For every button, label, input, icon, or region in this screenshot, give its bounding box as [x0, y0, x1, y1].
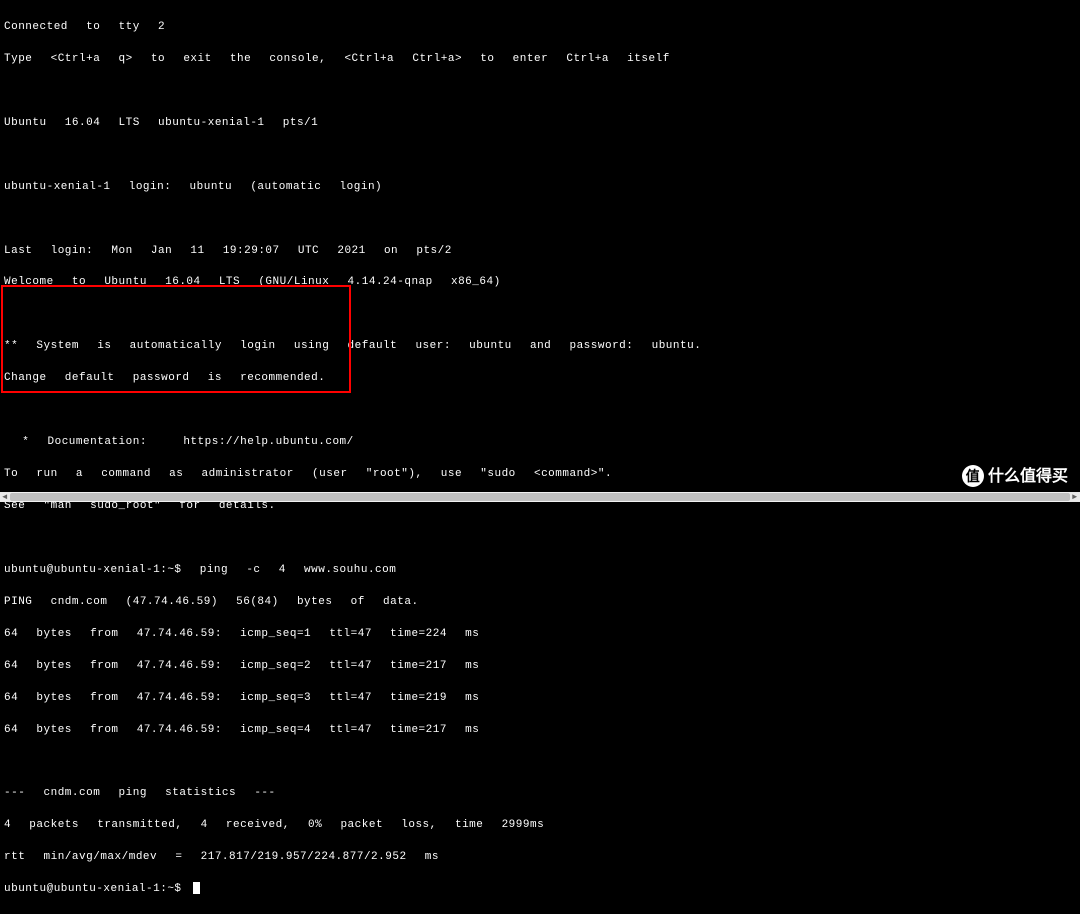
terminal-line: 64 bytes from 47.74.46.59: icmp_seq=2 tt…: [4, 659, 1076, 675]
terminal-line: [4, 212, 1076, 228]
scroll-left-arrow-icon[interactable]: ◄: [0, 492, 10, 502]
terminal-line: 64 bytes from 47.74.46.59: icmp_seq=1 tt…: [4, 627, 1076, 643]
terminal-line: [4, 84, 1076, 100]
terminal-line: ubuntu@ubuntu-xenial-1:~$ ping -c 4 www.…: [4, 563, 1076, 579]
terminal-output[interactable]: Connected to tty 2 Type <Ctrl+a q> to ex…: [4, 4, 1076, 914]
scrollbar-thumb[interactable]: [10, 493, 1070, 501]
terminal-line: [4, 148, 1076, 164]
terminal-line: * Documentation: https://help.ubuntu.com…: [4, 435, 1076, 451]
cursor-icon: [193, 882, 200, 894]
terminal-line: [4, 531, 1076, 547]
terminal-line: [4, 755, 1076, 771]
terminal-line: [4, 403, 1076, 419]
terminal-line: 64 bytes from 47.74.46.59: icmp_seq=4 tt…: [4, 723, 1076, 739]
scroll-right-arrow-icon[interactable]: ►: [1070, 492, 1080, 502]
terminal-line: 64 bytes from 47.74.46.59: icmp_seq=3 tt…: [4, 691, 1076, 707]
terminal-line: Last login: Mon Jan 11 19:29:07 UTC 2021…: [4, 244, 1076, 260]
terminal-line: ubuntu-xenial-1 login: ubuntu (automatic…: [4, 180, 1076, 196]
terminal-prompt: ubuntu@ubuntu-xenial-1:~$: [4, 883, 191, 895]
terminal-line: rtt min/avg/max/mdev = 217.817/219.957/2…: [4, 850, 1076, 866]
terminal-line: Welcome to Ubuntu 16.04 LTS (GNU/Linux 4…: [4, 275, 1076, 291]
terminal-line: Change default password is recommended.: [4, 371, 1076, 387]
terminal-line: Connected to tty 2: [4, 20, 1076, 36]
watermark: 值 什么值得买: [962, 465, 1068, 488]
terminal-line: 4 packets transmitted, 4 received, 0% pa…: [4, 818, 1076, 834]
watermark-text: 什么值得买: [988, 465, 1068, 488]
terminal-line: PING cndm.com (47.74.46.59) 56(84) bytes…: [4, 595, 1076, 611]
terminal-line: ** System is automatically login using d…: [4, 339, 1076, 355]
terminal-line: To run a command as administrator (user …: [4, 467, 1076, 483]
terminal-line: --- cndm.com ping statistics ---: [4, 786, 1076, 802]
terminal-prompt-line[interactable]: ubuntu@ubuntu-xenial-1:~$: [4, 882, 1076, 898]
terminal-line: Type <Ctrl+a q> to exit the console, <Ct…: [4, 52, 1076, 68]
horizontal-scrollbar[interactable]: ◄ ►: [0, 492, 1080, 502]
terminal-line: Ubuntu 16.04 LTS ubuntu-xenial-1 pts/1: [4, 116, 1076, 132]
watermark-logo-icon: 值: [962, 465, 984, 487]
terminal-line: [4, 307, 1076, 323]
